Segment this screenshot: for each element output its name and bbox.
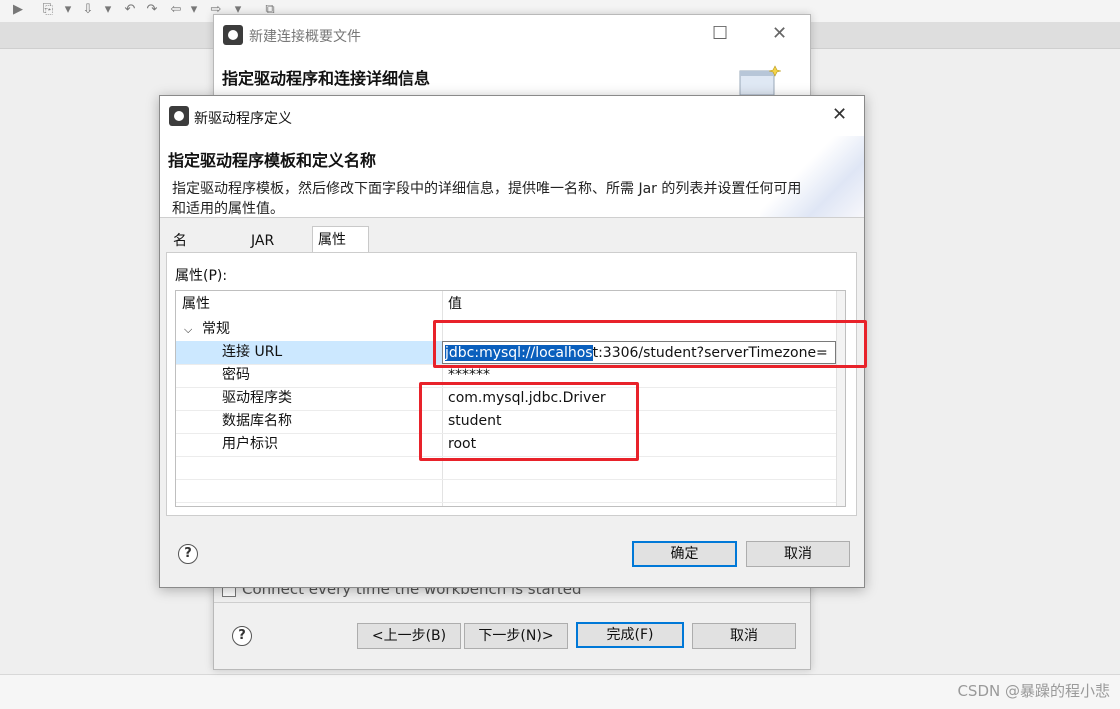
- title-bar: 新建连接概要文件 ☐ ✕: [214, 15, 810, 55]
- undo-icon[interactable]: ↶: [122, 3, 138, 17]
- wizard-description: 指定驱动程序模板，然后修改下面字段中的详细信息，提供唯一名称、所需 Jar 的列…: [172, 181, 802, 217]
- back-button[interactable]: <上一步(B): [357, 623, 461, 649]
- run-icon[interactable]: ▶: [10, 3, 26, 17]
- finish-button[interactable]: 完成(F): [576, 622, 684, 648]
- dialog-title: 新驱动程序定义: [194, 111, 292, 127]
- dropdown-icon[interactable]: ▾: [60, 3, 76, 17]
- wizard-heading: 指定驱动程序和连接详细信息: [222, 69, 431, 88]
- help-icon[interactable]: ?: [178, 544, 198, 564]
- tab-jar-list[interactable]: JAR List: [246, 230, 280, 271]
- ok-button[interactable]: 确定: [632, 541, 737, 567]
- tab-name-type[interactable]: 名称/类型: [168, 230, 197, 315]
- separator: [214, 602, 810, 603]
- eclipse-app-icon: [223, 25, 243, 45]
- annotation-box-driver-details: [419, 382, 639, 461]
- property-key: 数据库名称: [222, 413, 292, 429]
- watermark: CSDN @暴躁的程小悲: [957, 682, 1110, 700]
- link-icon[interactable]: ⇩: [80, 3, 96, 17]
- wizard-banner-icon: [739, 65, 781, 95]
- property-key: 密码: [222, 367, 250, 383]
- property-key: 用户标识: [222, 436, 278, 452]
- wizard-heading: 指定驱动程序模板和定义名称: [168, 151, 377, 170]
- eclipse-app-icon: [169, 106, 189, 126]
- group-label: 常规: [202, 321, 230, 337]
- redo-icon[interactable]: ↷: [144, 3, 160, 17]
- dropdown-icon[interactable]: ▾: [186, 3, 202, 17]
- close-icon[interactable]: ✕: [832, 104, 847, 125]
- property-key: 驱动程序类: [222, 390, 292, 406]
- save-icon[interactable]: ⎘: [40, 3, 56, 17]
- cancel-button[interactable]: 取消: [692, 623, 796, 649]
- property-key: 连接 URL: [176, 341, 442, 364]
- dialog-title: 新建连接概要文件: [249, 29, 361, 45]
- nav-back-icon[interactable]: ⇦: [168, 3, 184, 17]
- cancel-button[interactable]: 取消: [746, 541, 850, 567]
- title-bar: 新驱动程序定义 ✕: [160, 96, 864, 136]
- column-header-value[interactable]: 值: [442, 291, 462, 317]
- close-icon[interactable]: ✕: [772, 23, 787, 44]
- next-button[interactable]: 下一步(N)>: [464, 623, 568, 649]
- annotation-box-url: [433, 320, 867, 368]
- ide-status-bar: [0, 674, 1120, 709]
- maximize-icon[interactable]: ☐: [712, 23, 728, 44]
- help-icon[interactable]: ?: [232, 626, 252, 646]
- dropdown-icon[interactable]: ▾: [100, 3, 116, 17]
- chevron-down-icon[interactable]: ⌵: [184, 318, 192, 341]
- properties-label: 属性(P):: [175, 268, 228, 284]
- column-header-property[interactable]: 属性: [176, 291, 210, 317]
- empty-row: [176, 479, 837, 503]
- tab-properties[interactable]: 属性: [312, 226, 369, 254]
